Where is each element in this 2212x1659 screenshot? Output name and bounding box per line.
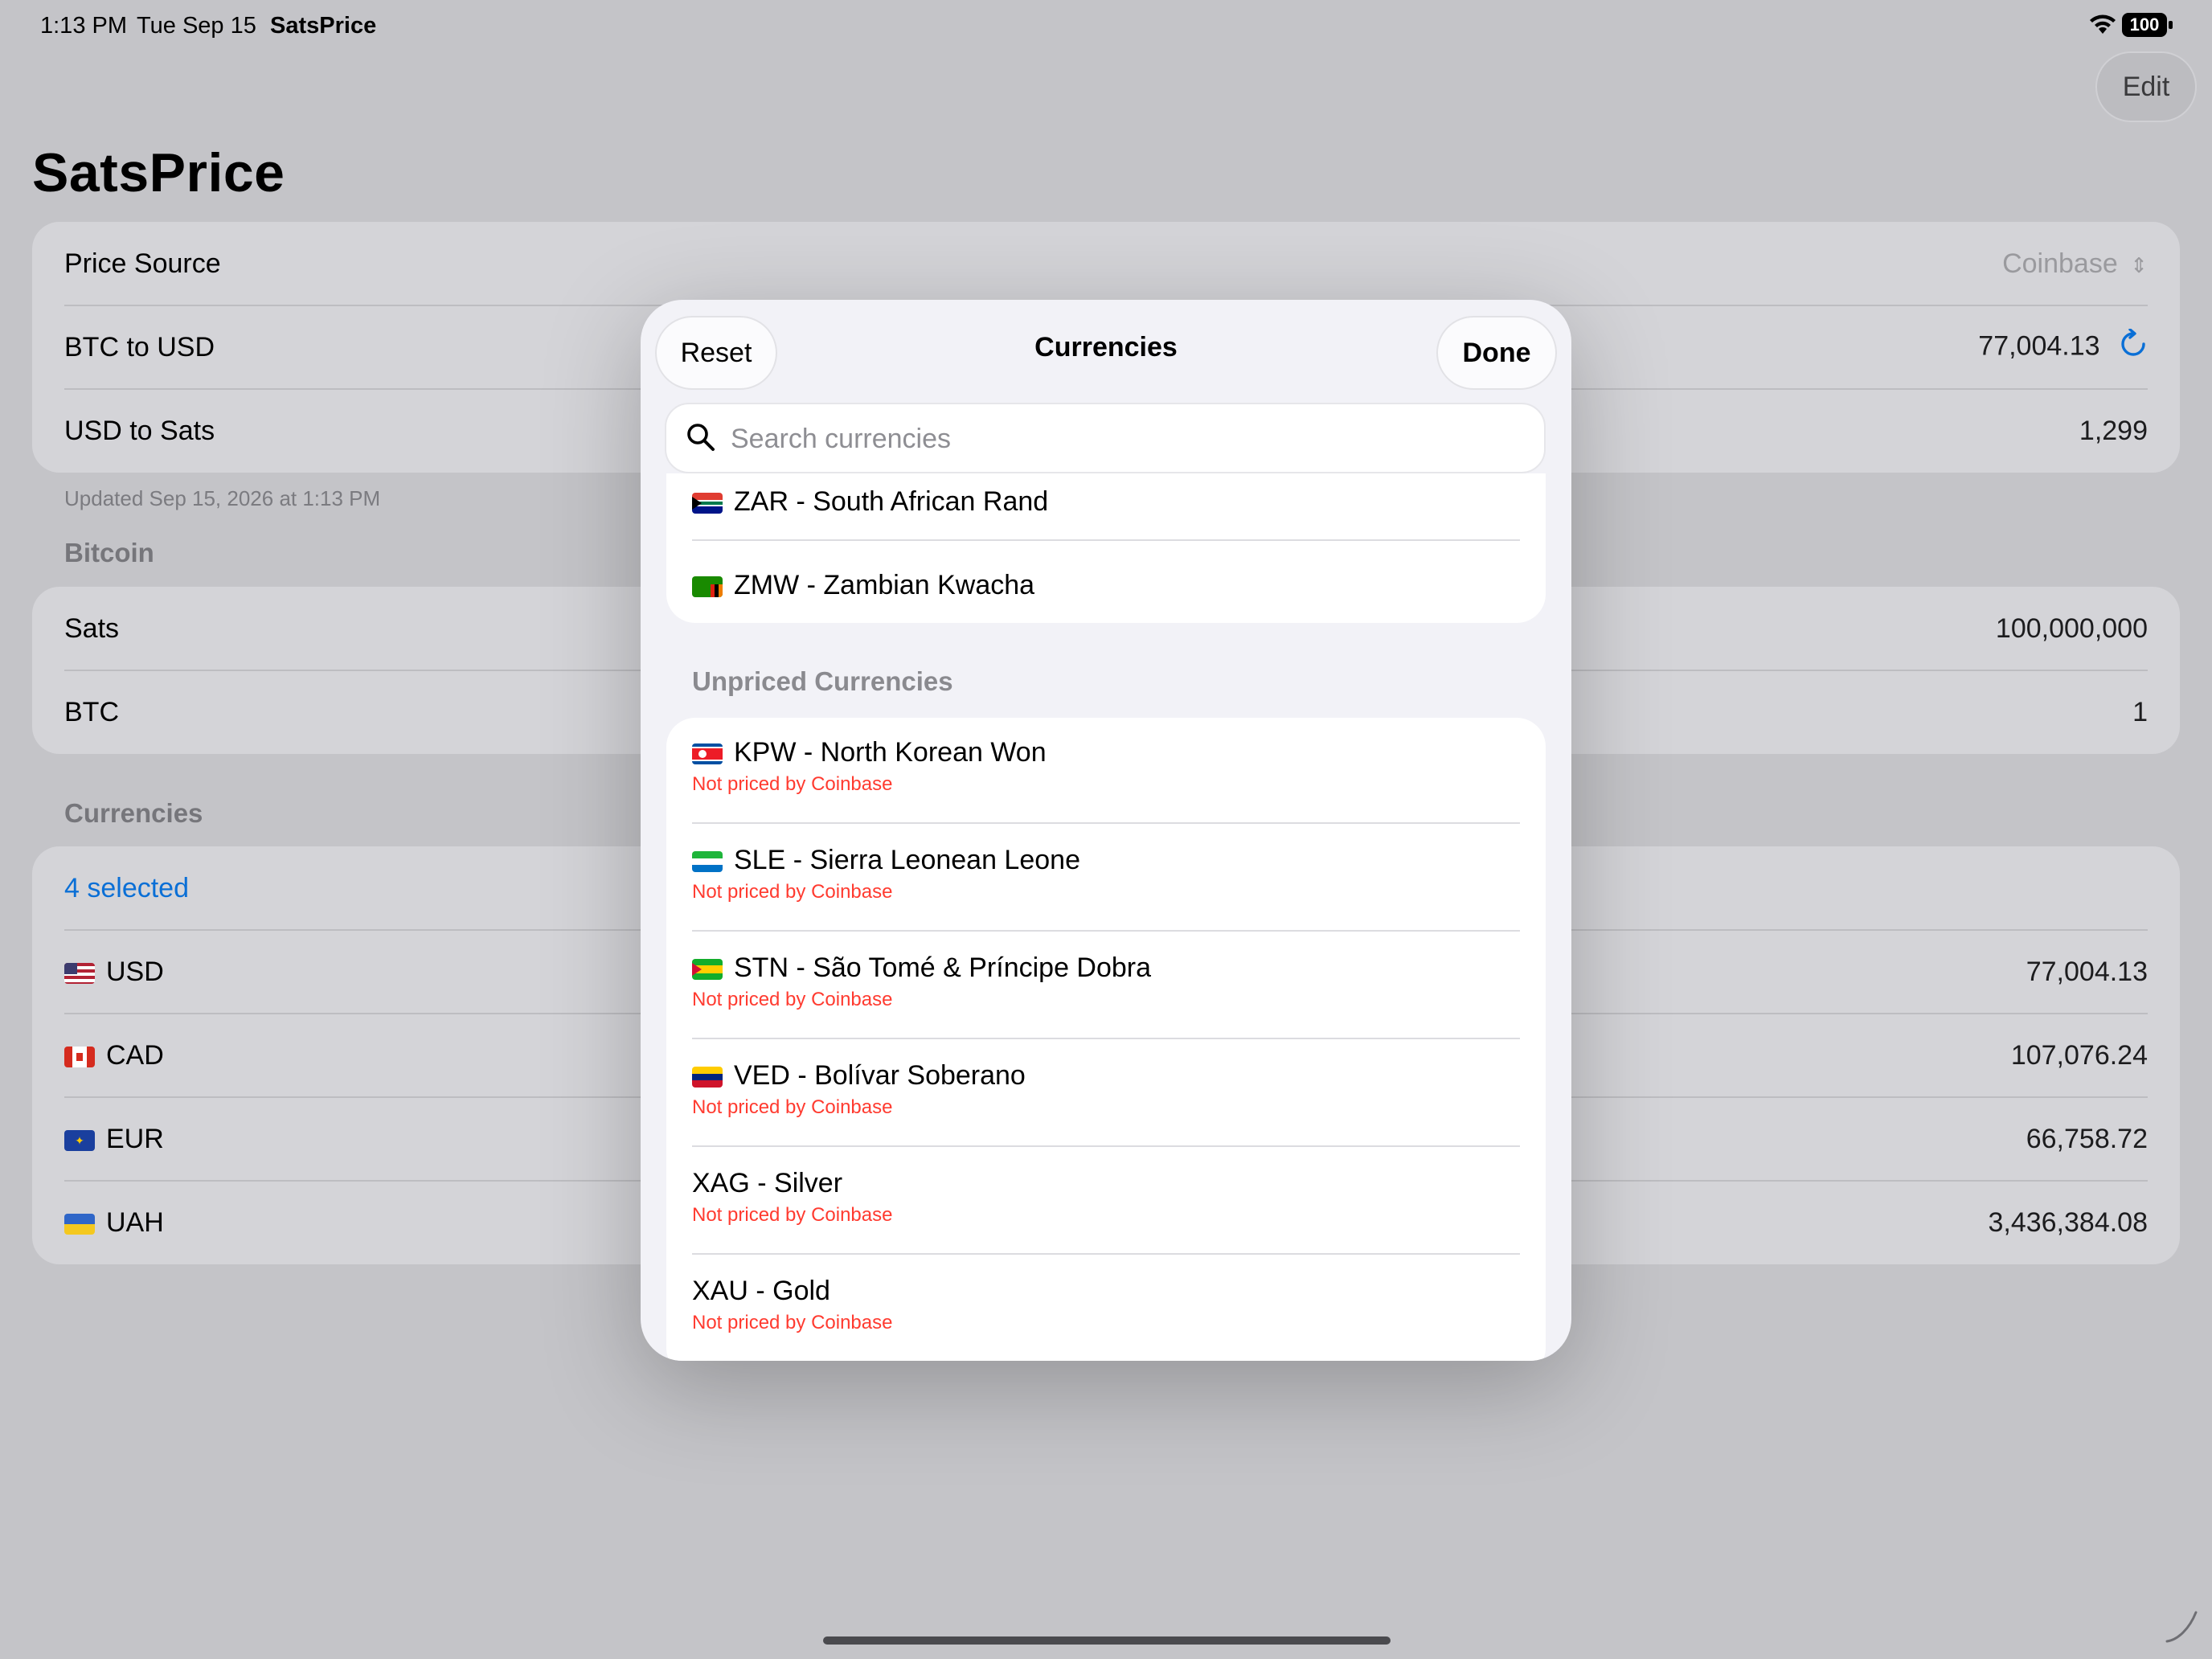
list-item[interactable]: XAG - Silver Not priced by Coinbase — [692, 1168, 1520, 1227]
currency-code: EUR — [106, 1123, 164, 1154]
divider — [692, 1038, 1520, 1039]
us-flag-icon — [64, 962, 95, 984]
list-item[interactable]: ZMW - Zambian Kwacha — [692, 570, 1520, 601]
edit-button[interactable]: Edit — [2095, 51, 2197, 122]
currency-value: 3,436,384.08 — [1988, 1206, 2148, 1238]
search-bar[interactable] — [665, 403, 1546, 473]
south-africa-flag-icon — [692, 493, 723, 514]
list-item[interactable]: KPW - North Korean Won Not priced by Coi… — [692, 737, 1520, 796]
not-priced-note: Not priced by Coinbase — [692, 881, 893, 903]
page-title: SatsPrice — [32, 142, 285, 203]
chevron-up-down-icon: ⇕ — [2130, 252, 2148, 277]
currencies-sheet: Reset Currencies Done ZAR - South Africa… — [641, 300, 1571, 1361]
done-button[interactable]: Done — [1436, 316, 1557, 390]
selected-count-link[interactable]: 4 selected — [64, 873, 189, 904]
status-time: 1:13 PM — [40, 13, 127, 39]
divider — [692, 1253, 1520, 1255]
currency-name: STN - São Tomé & Príncipe Dobra — [734, 952, 1152, 983]
price-source-value: Coinbase — [2002, 248, 2118, 279]
eu-flag-icon: ✦ — [64, 1129, 95, 1151]
list-item[interactable]: STN - São Tomé & Príncipe Dobra Not pric… — [692, 952, 1520, 1011]
home-indicator[interactable] — [823, 1636, 1391, 1645]
canada-flag-icon — [64, 1046, 95, 1067]
currency-value: 77,004.13 — [2026, 956, 2148, 987]
pencil-icon — [2162, 1608, 2201, 1650]
currency-name: ZAR - South African Rand — [734, 486, 1049, 517]
status-app-name: SatsPrice — [270, 13, 377, 39]
north-korea-flag-icon — [692, 743, 723, 765]
currency-name: VED - Bolívar Soberano — [734, 1060, 1026, 1091]
currency-code: USD — [106, 956, 164, 987]
sheet-title: Currencies — [1034, 332, 1178, 363]
wifi-icon — [2088, 14, 2117, 39]
not-priced-note: Not priced by Coinbase — [692, 773, 893, 795]
battery-tip — [2169, 21, 2173, 29]
currency-code: CAD — [106, 1039, 164, 1071]
bitcoin-section-label: Bitcoin — [64, 538, 154, 567]
price-source-label: Price Source — [64, 248, 221, 279]
btc-label: BTC — [64, 696, 119, 727]
currency-name: XAG - Silver — [692, 1168, 843, 1198]
currency-name: SLE - Sierra Leonean Leone — [734, 845, 1080, 875]
sao-tome-flag-icon — [692, 959, 723, 981]
search-input[interactable] — [729, 404, 1456, 473]
not-priced-note: Not priced by Coinbase — [692, 989, 893, 1010]
btc-value: 1 — [2132, 696, 2148, 727]
zambia-flag-icon — [692, 576, 723, 598]
sierra-leone-flag-icon — [692, 851, 723, 873]
btc-usd-value: 77,004.13 — [1978, 330, 2100, 361]
currency-name: KPW - North Korean Won — [734, 737, 1047, 768]
divider — [692, 930, 1520, 932]
refresh-icon[interactable] — [2119, 327, 2148, 367]
list-item[interactable]: XAU - Gold Not priced by Coinbase — [692, 1276, 1520, 1334]
currencies-section-label: Currencies — [64, 798, 203, 828]
status-date: Tue Sep 15 — [137, 13, 256, 39]
currency-value: 107,076.24 — [2010, 1039, 2148, 1071]
search-icon — [686, 422, 716, 457]
updated-timestamp: Updated Sep 15, 2026 at 1:13 PM — [64, 486, 381, 510]
price-source-row[interactable]: Price Source Coinbase ⇕ — [64, 222, 2148, 305]
not-priced-note: Not priced by Coinbase — [692, 1204, 893, 1226]
sats-label: Sats — [64, 612, 120, 644]
usd-sats-label: USD to Sats — [64, 415, 215, 446]
price-source-picker[interactable]: Coinbase ⇕ — [2002, 248, 2148, 280]
divider — [692, 1145, 1520, 1147]
currency-code: UAH — [106, 1206, 164, 1238]
usd-sats-value: 1,299 — [2079, 415, 2148, 446]
divider — [692, 822, 1520, 824]
unpriced-section-header: Unpriced Currencies — [692, 666, 953, 696]
not-priced-note: Not priced by Coinbase — [692, 1096, 893, 1118]
sats-value: 100,000,000 — [1995, 612, 2148, 644]
btc-usd-label: BTC to USD — [64, 331, 215, 363]
list-item[interactable]: VED - Bolívar Soberano Not priced by Coi… — [692, 1060, 1520, 1119]
currency-value: 66,758.72 — [2026, 1123, 2148, 1154]
currency-name: ZMW - Zambian Kwacha — [734, 570, 1035, 600]
not-priced-note: Not priced by Coinbase — [692, 1312, 893, 1333]
list-item[interactable]: SLE - Sierra Leonean Leone Not priced by… — [692, 845, 1520, 903]
battery-icon: 100 — [2122, 13, 2167, 37]
currency-name: XAU - Gold — [692, 1276, 830, 1306]
priced-currencies-list: ZAR - South African Rand ZMW - Zambian K… — [666, 473, 1546, 623]
list-item[interactable]: ZAR - South African Rand — [692, 486, 1520, 518]
battery-level: 100 — [2129, 14, 2160, 35]
unpriced-currencies-list: KPW - North Korean Won Not priced by Coi… — [666, 718, 1546, 1361]
venezuela-flag-icon — [692, 1067, 723, 1088]
ukraine-flag-icon — [64, 1213, 95, 1235]
divider — [692, 539, 1520, 541]
